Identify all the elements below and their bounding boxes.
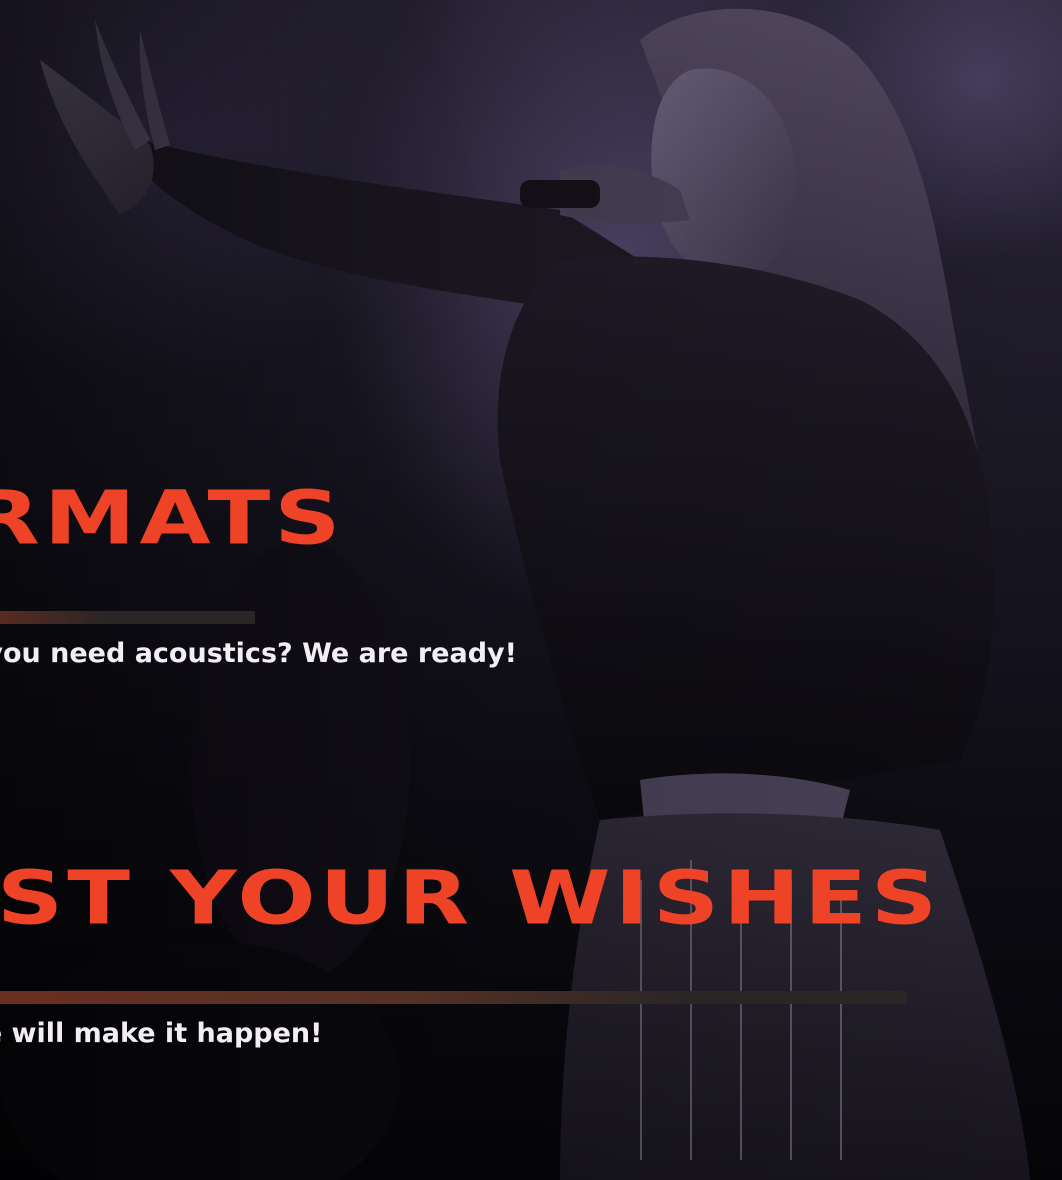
formats-description: Do you need acoustics? We are ready! xyxy=(0,638,517,669)
formats-heading: FORMATS xyxy=(0,475,345,562)
wishes-heading: JUST YOUR WISHES xyxy=(0,855,942,942)
wishes-divider xyxy=(0,991,907,1004)
hero-section: FORMATS Do you need acoustics? We are re… xyxy=(0,0,1062,1180)
wishes-description: We will make it happen! xyxy=(0,1018,323,1049)
formats-divider xyxy=(0,611,255,624)
